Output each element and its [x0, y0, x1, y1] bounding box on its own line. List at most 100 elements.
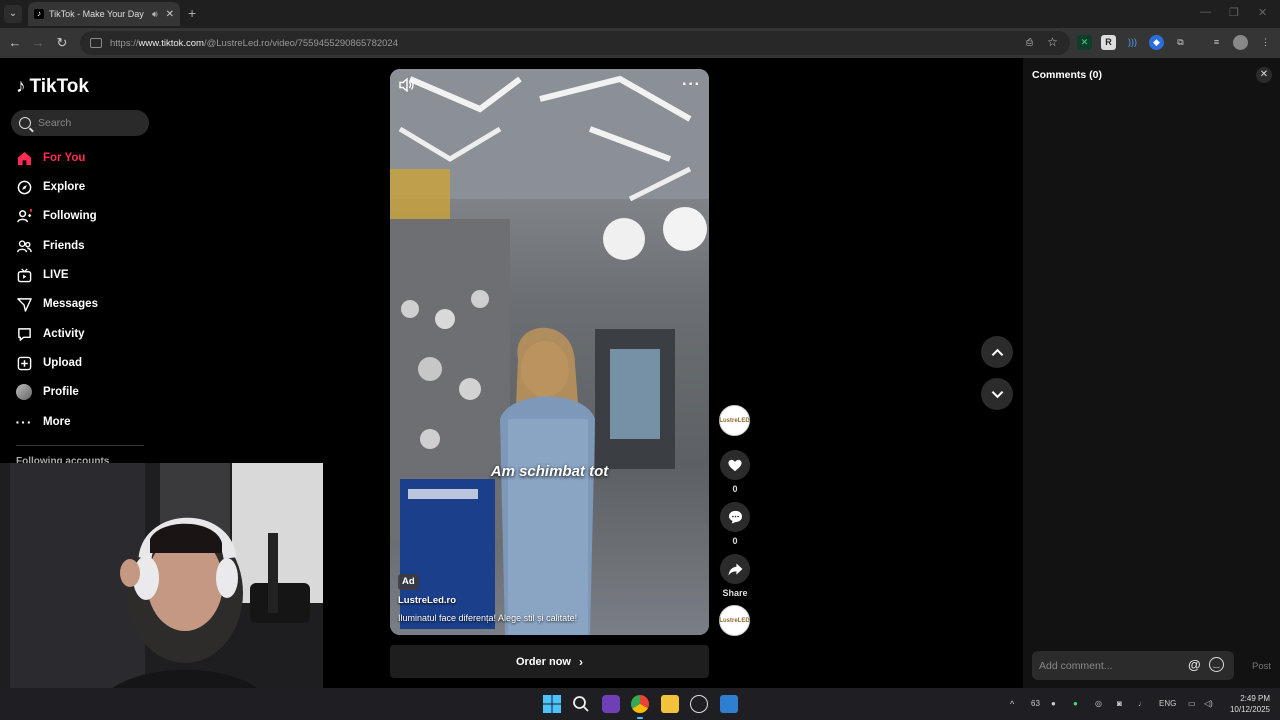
chevron-up-icon [991, 348, 1003, 356]
sound-avatar[interactable]: LustreLED [719, 605, 751, 636]
nav-activity[interactable]: Activity [16, 326, 85, 342]
close-comments-icon[interactable]: ✕ [1256, 67, 1272, 83]
file-explorer-icon[interactable] [661, 695, 679, 713]
app-gear-icon[interactable] [690, 695, 708, 713]
tiktok-logo[interactable]: ♪ TikTok [16, 76, 89, 98]
forward-icon[interactable]: → [29, 34, 47, 52]
site-info-icon[interactable] [90, 38, 102, 48]
extension-wave-icon[interactable]: ))) [1125, 35, 1140, 50]
tiktok-note-icon: ♪ [16, 76, 26, 97]
nav-explore[interactable]: Explore [16, 179, 85, 195]
browser-tab-strip: ⌄ ♪ TikTok - Make Your Day 🔊︎ ✕ + — ❐ ✕ [0, 0, 1280, 28]
nav-label: Profile [43, 386, 79, 398]
browser-tab[interactable]: ♪ TikTok - Make Your Day 🔊︎ ✕ [28, 2, 180, 26]
install-app-icon[interactable]: ⎙ [1022, 35, 1037, 50]
video-description: Iluminatul face diferența! Alege stil și… [398, 613, 578, 623]
extensions-puzzle-icon[interactable]: ⧉ [1173, 35, 1188, 50]
clock-time: 2:49 PM [1240, 694, 1270, 703]
tray-app-icon[interactable]: ● [1073, 699, 1078, 708]
nav-following[interactable]: Following [16, 208, 97, 224]
nav-live[interactable]: LIVE [16, 267, 69, 283]
comment-bubble-icon [720, 502, 750, 532]
media-controls-icon[interactable]: ≡ [1209, 35, 1224, 50]
order-now-button[interactable]: Order now › [390, 645, 709, 678]
tab-search-button[interactable]: ⌄ [4, 5, 22, 23]
webcam-image [0, 463, 323, 720]
chrome-icon[interactable] [631, 695, 649, 713]
url-host: www.tiktok.com [138, 37, 204, 49]
volume-icon[interactable]: ◁) [1204, 699, 1213, 708]
tab-audio-icon[interactable]: 🔊︎ [152, 9, 158, 20]
visual-studio-icon[interactable] [602, 695, 620, 713]
video-player[interactable]: ··· Am schimbat tot Ad LustreLed.ro Ilum… [390, 69, 709, 635]
nav-label: LIVE [43, 269, 69, 281]
nav-more[interactable]: ··· More [15, 414, 71, 430]
photos-app-icon[interactable] [720, 695, 738, 713]
new-tab-button[interactable]: + [188, 5, 196, 21]
next-video-button[interactable] [981, 378, 1013, 410]
tray-sync-icon[interactable]: ◎ [1095, 699, 1102, 708]
nav-for-you[interactable]: For You [16, 150, 85, 166]
sidebar-divider [16, 445, 144, 446]
brand-name: TikTok [29, 76, 89, 97]
previous-video-button[interactable] [981, 336, 1013, 368]
webcam-overlay [0, 463, 323, 720]
microphone-icon[interactable]: ♩ [1138, 699, 1146, 708]
profile-avatar [16, 384, 32, 400]
browser-menu-icon[interactable]: ⋮ [1258, 35, 1273, 50]
windows-start-icon[interactable] [543, 695, 561, 713]
tiktok-favicon-icon: ♪ [34, 9, 44, 19]
taskbar-search-icon[interactable] [572, 695, 590, 713]
emoji-icon[interactable]: ‿ [1209, 657, 1224, 672]
comments-panel: Comments (0) ✕ Add comment... @ ‿ Post [1023, 58, 1280, 688]
steam-icon[interactable]: ● [1051, 699, 1056, 708]
share-button[interactable]: Share [719, 554, 751, 598]
profile-avatar-icon[interactable] [1233, 35, 1248, 50]
back-icon[interactable]: ← [6, 34, 24, 52]
discord-icon[interactable]: ◙ [1117, 699, 1122, 708]
nav-label: Activity [43, 328, 85, 340]
nav-upload[interactable]: Upload [16, 355, 82, 371]
add-comment-input[interactable]: Add comment... @ ‿ [1032, 651, 1234, 680]
restore-icon[interactable]: ❐ [1229, 6, 1239, 19]
nav-label: For You [43, 152, 86, 164]
video-more-options-icon[interactable]: ··· [682, 76, 701, 94]
tray-overflow-icon[interactable]: ^ [1010, 699, 1014, 709]
share-arrow-icon [720, 554, 750, 584]
minimize-icon[interactable]: — [1200, 6, 1211, 18]
video-author[interactable]: LustreLed.ro [398, 595, 456, 606]
nav-friends[interactable]: Friends [16, 238, 85, 254]
share-label: Share [722, 588, 748, 598]
search-input[interactable]: Search [11, 110, 149, 136]
bookmark-star-icon[interactable]: ☆ [1045, 35, 1060, 50]
nav-messages[interactable]: Messages [16, 296, 98, 312]
nav-label: More [43, 416, 71, 428]
music-disc-avatar: LustreLED [719, 605, 750, 636]
language-indicator[interactable]: ENG [1159, 699, 1176, 708]
extension-r-icon[interactable]: R [1101, 35, 1116, 50]
nav-profile[interactable]: Profile [16, 384, 79, 400]
comment-button[interactable]: 0 [719, 502, 751, 546]
lustreled-logo-avatar: LustreLED [719, 405, 750, 436]
window-close-icon[interactable]: ✕ [1258, 6, 1267, 19]
address-bar-row: ← → ↻ https:// www.tiktok.com /@LustreLe… [0, 28, 1280, 58]
url-input[interactable]: https:// www.tiktok.com /@LustreLed.ro/v… [80, 31, 1070, 55]
windows-taskbar: ^ 63 ● ● ◎ ◙ ♩ ENG ▭ ◁) 2:49 PM 10/12/20… [0, 688, 1280, 720]
mention-icon[interactable]: @ [1188, 657, 1201, 672]
nav-label: Explore [43, 181, 86, 193]
extension-x-icon[interactable]: ✕ [1077, 35, 1092, 50]
creator-avatar[interactable]: LustreLED [719, 405, 751, 436]
reload-icon[interactable]: ↻ [53, 34, 71, 52]
network-icon[interactable]: ▭ [1188, 699, 1196, 708]
mute-toggle-icon[interactable] [399, 77, 417, 94]
taskbar-clock[interactable]: 2:49 PM 10/12/2025 [1226, 693, 1270, 715]
url-path: /@LustreLed.ro/video/7559455290865782024 [203, 37, 398, 49]
clock-date: 10/12/2025 [1229, 705, 1270, 714]
post-comment-button[interactable]: Post [1252, 661, 1271, 672]
extension-shield-icon[interactable]: ◆ [1149, 35, 1164, 50]
like-button[interactable]: 0 [719, 450, 751, 494]
tab-close-icon[interactable]: ✕ [166, 9, 174, 20]
search-placeholder: Search [38, 117, 72, 129]
more-icon: ··· [15, 414, 33, 430]
activity-icon [16, 326, 32, 342]
